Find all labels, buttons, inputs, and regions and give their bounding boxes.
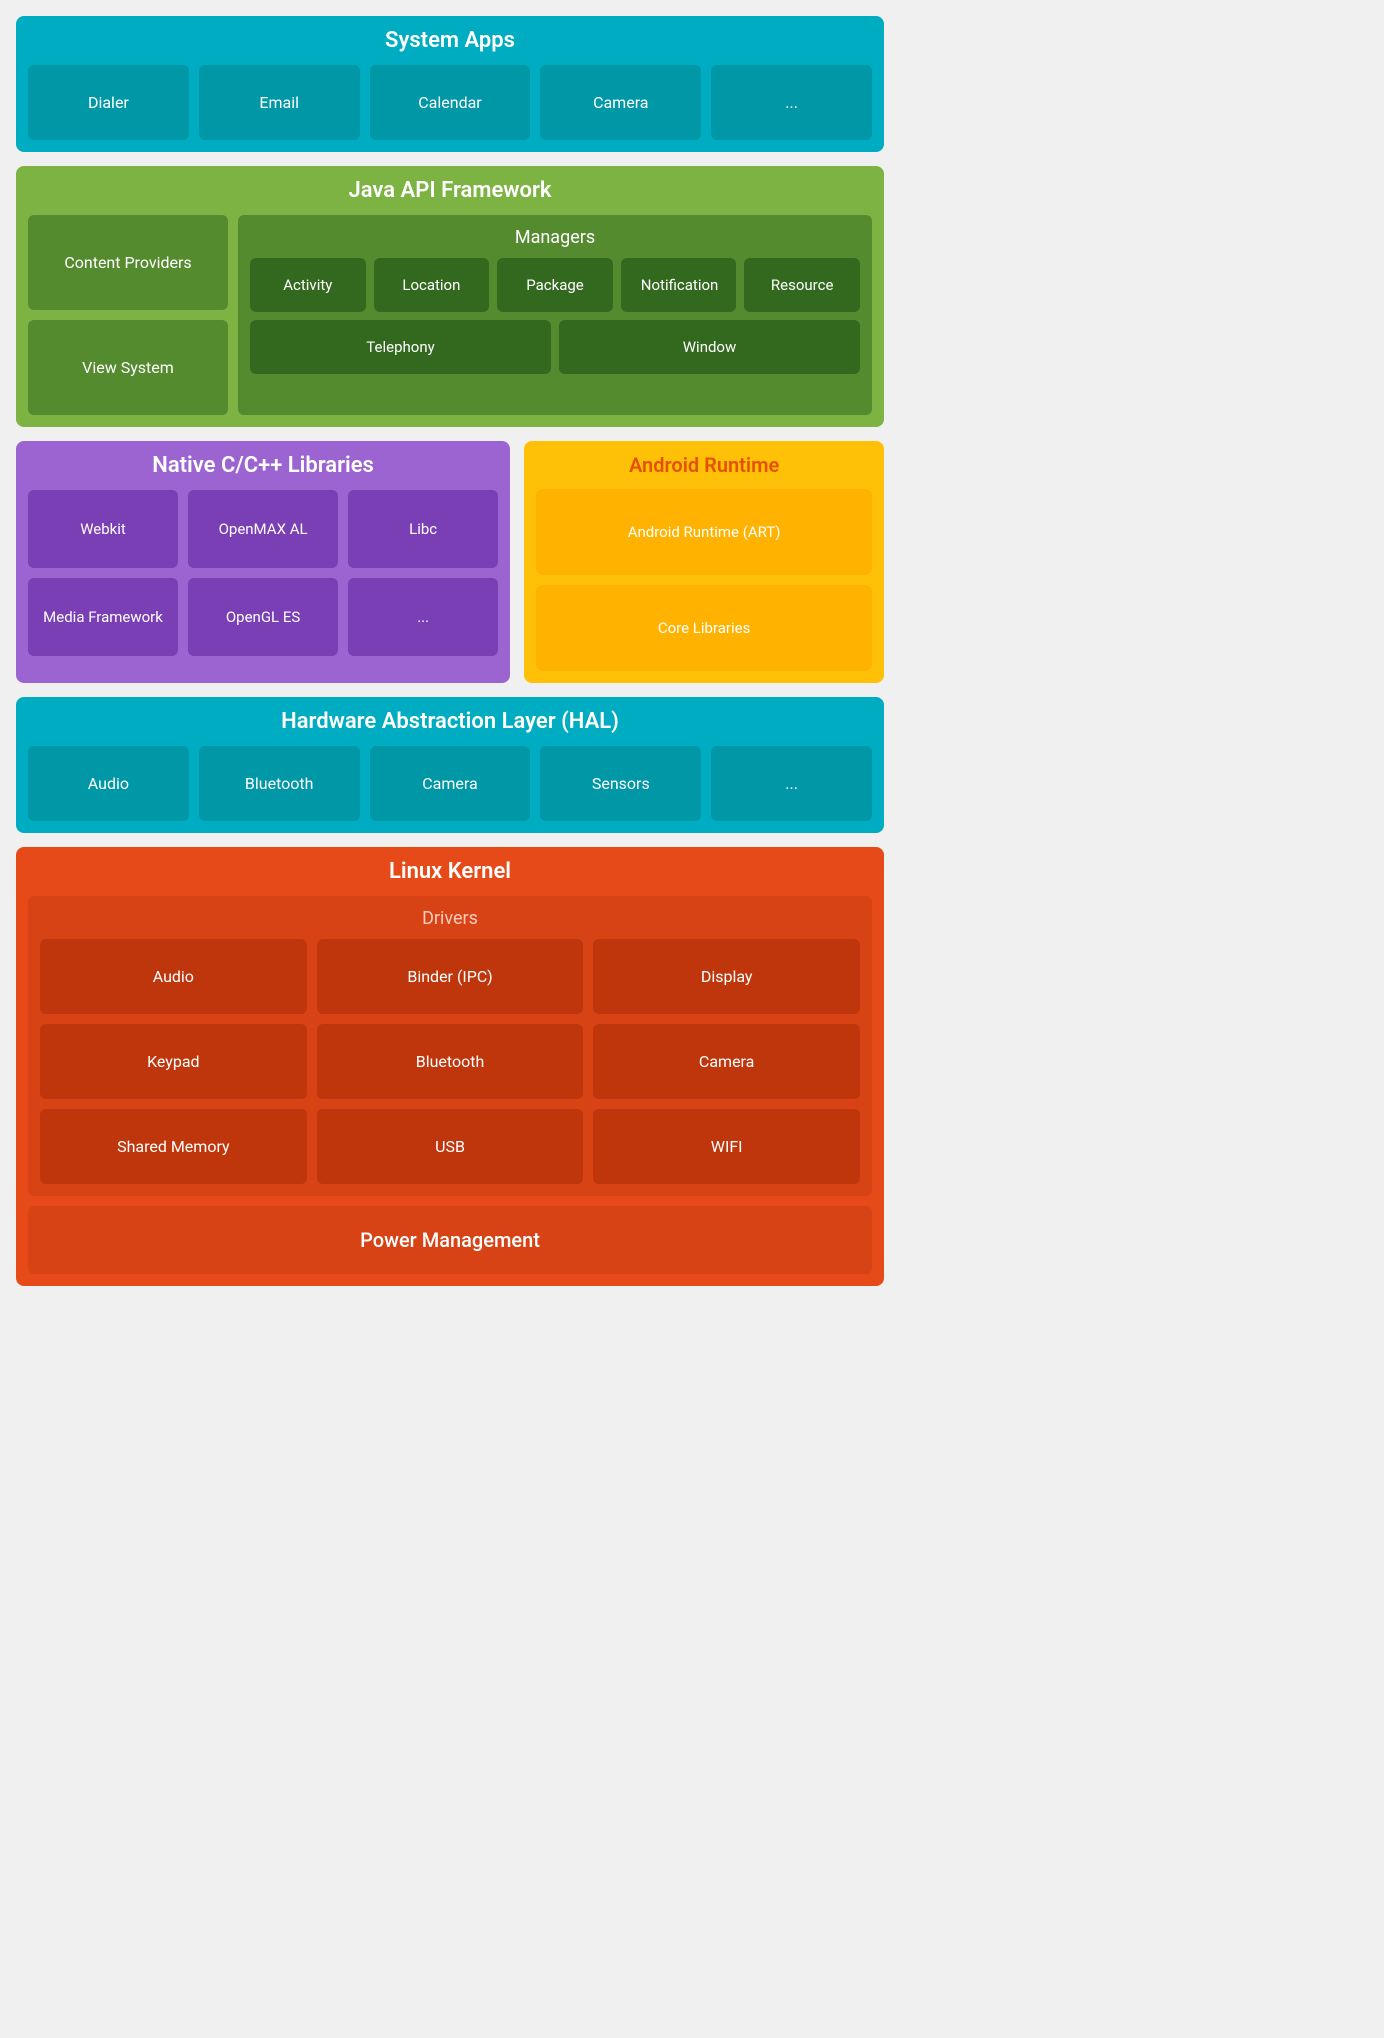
middle-row: Native C/C++ Libraries WebkitOpenMAX ALL… (16, 441, 884, 683)
hal-title: Hardware Abstraction Layer (HAL) (28, 709, 872, 734)
java-api-inner: Content Providers View System Managers Ac… (28, 215, 872, 415)
hal-cards: AudioBluetoothCameraSensors... (28, 746, 872, 821)
manager-card: Location (374, 258, 490, 312)
driver-card: WIFI (593, 1109, 860, 1184)
native-libs-grid: WebkitOpenMAX ALLibc Media FrameworkOpenG… (28, 490, 498, 656)
manager-card: Package (497, 258, 613, 312)
driver-card: Binder (IPC) (317, 939, 584, 1014)
system-apps-layer: System Apps DialerEmailCalendarCamera... (16, 16, 884, 152)
system-apps-title: System Apps (28, 28, 872, 53)
android-runtime-layer: Android Runtime Android Runtime (ART) Cor… (524, 441, 884, 683)
java-api-layer: Java API Framework Content Providers View… (16, 166, 884, 427)
manager-card: Window (559, 320, 860, 374)
linux-kernel-layer: Linux Kernel Drivers AudioBinder (IPC)Di… (16, 847, 884, 1286)
system-app-card: Calendar (370, 65, 531, 140)
java-api-right: Managers ActivityLocationPackageNotifica… (238, 215, 872, 415)
driver-card: Camera (593, 1024, 860, 1099)
runtime-card: Core Libraries (536, 585, 872, 671)
hal-card: Sensors (540, 746, 701, 821)
native-lib-card: ... (348, 578, 498, 656)
native-libs-title: Native C/C++ Libraries (28, 453, 498, 478)
drivers-title: Drivers (40, 908, 860, 929)
driver-card: Bluetooth (317, 1024, 584, 1099)
hal-layer: Hardware Abstraction Layer (HAL) AudioBl… (16, 697, 884, 833)
managers-grid: ActivityLocationPackageNotificationResou… (250, 258, 860, 374)
system-app-card: ... (711, 65, 872, 140)
java-api-left: Content Providers View System (28, 215, 228, 415)
drivers-grid: AudioBinder (IPC)Display KeypadBluetoothC… (40, 939, 860, 1184)
manager-card: Activity (250, 258, 366, 312)
java-api-title: Java API Framework (28, 178, 872, 203)
runtime-cards: Android Runtime (ART) Core Libraries (536, 489, 872, 671)
manager-card: Telephony (250, 320, 551, 374)
hal-card: ... (711, 746, 872, 821)
managers-title: Managers (250, 227, 860, 248)
system-app-card: Camera (540, 65, 701, 140)
driver-card: Shared Memory (40, 1109, 307, 1184)
hal-card: Camera (370, 746, 531, 821)
native-lib-card: Libc (348, 490, 498, 568)
java-api-left-card: View System (28, 320, 228, 415)
java-api-left-card: Content Providers (28, 215, 228, 310)
native-lib-card: Media Framework (28, 578, 178, 656)
power-management: Power Management (28, 1206, 872, 1274)
driver-card: Audio (40, 939, 307, 1014)
drivers-box: Drivers AudioBinder (IPC)Display KeypadBl… (28, 896, 872, 1196)
system-app-card: Email (199, 65, 360, 140)
native-libs-layer: Native C/C++ Libraries WebkitOpenMAX ALL… (16, 441, 510, 683)
driver-card: Keypad (40, 1024, 307, 1099)
driver-card: Display (593, 939, 860, 1014)
runtime-card: Android Runtime (ART) (536, 489, 872, 575)
system-app-card: Dialer (28, 65, 189, 140)
native-lib-card: OpenMAX AL (188, 490, 338, 568)
android-runtime-title: Android Runtime (536, 453, 872, 477)
hal-card: Bluetooth (199, 746, 360, 821)
system-apps-cards: DialerEmailCalendarCamera... (28, 65, 872, 140)
native-lib-card: Webkit (28, 490, 178, 568)
hal-card: Audio (28, 746, 189, 821)
native-lib-card: OpenGL ES (188, 578, 338, 656)
driver-card: USB (317, 1109, 584, 1184)
linux-kernel-title: Linux Kernel (28, 859, 872, 884)
manager-card: Notification (621, 258, 737, 312)
manager-card: Resource (744, 258, 860, 312)
